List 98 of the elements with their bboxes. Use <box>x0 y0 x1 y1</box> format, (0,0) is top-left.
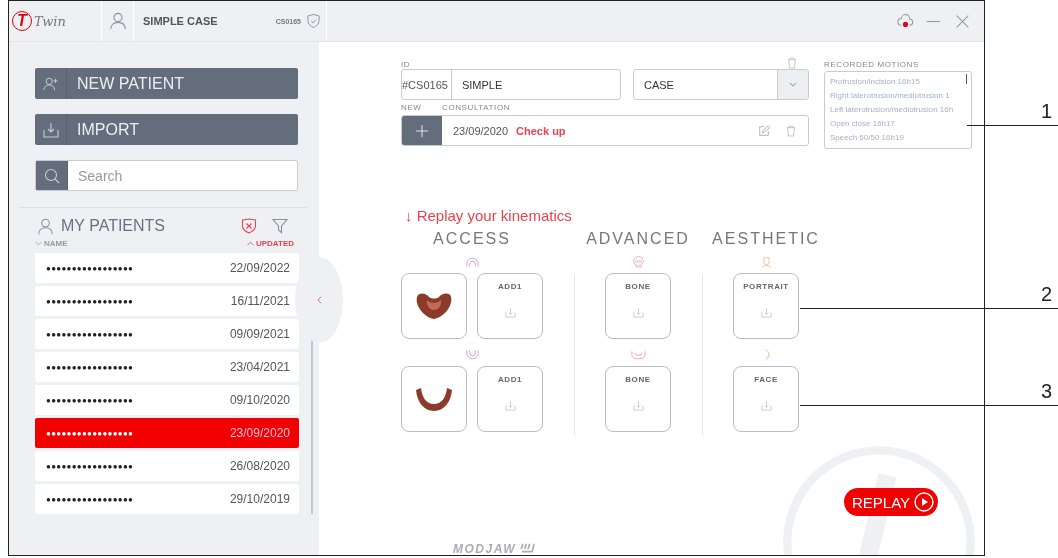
upload-tile[interactable]: ADD1 <box>477 366 543 432</box>
skull-icon <box>630 256 646 268</box>
patient-name: ●●●●●●●●●●●●●●●●● <box>46 461 134 471</box>
add-user-icon <box>42 75 59 92</box>
edit-icon[interactable] <box>758 124 770 137</box>
consultation-date: 23/09/2020 <box>453 124 509 137</box>
patient-date: 22/09/2022 <box>229 261 290 275</box>
trash-icon[interactable] <box>787 57 797 69</box>
cloud-record-icon[interactable] <box>897 14 914 28</box>
play-icon <box>914 492 935 512</box>
scan-tile[interactable] <box>401 273 467 339</box>
download-icon <box>632 307 644 318</box>
callout-number: 1 <box>1040 100 1052 122</box>
group-title: ACCESS <box>433 230 511 248</box>
patient-date: 09/09/2021 <box>229 327 290 341</box>
patient-name: ●●●●●●●●●●●●●●●●● <box>46 329 134 339</box>
patient-row[interactable]: ●●●●●●●●●●●●●●●●● 09/09/2021 <box>35 319 299 349</box>
callout-number: 3 <box>1040 380 1052 402</box>
case-name: SIMPLE CASE <box>143 15 219 27</box>
sidebar-action-button[interactable]: IMPORT <box>35 114 298 145</box>
patient-name: ●●●●●●●●●●●●●●●●● <box>46 494 134 504</box>
group-title: ADVANCED <box>586 230 690 248</box>
patient-row[interactable]: ●●●●●●●●●●●●●●●●● 09/10/2020 <box>35 385 299 415</box>
search-input[interactable]: Search <box>68 161 297 190</box>
case-name-field[interactable]: #CS0165 SIMPLE <box>401 69 621 100</box>
tile-label: PORTRAIT <box>743 282 789 291</box>
chevron-down-icon <box>35 241 42 246</box>
patient-name: ●●●●●●●●●●●●●●●●● <box>46 263 134 273</box>
patient-row[interactable]: ●●●●●●●●●●●●●●●●● 16/11/2021 <box>35 286 299 316</box>
upload-tile[interactable]: BONE <box>605 273 671 339</box>
consultation-title: Check up <box>516 124 566 137</box>
filter-icon[interactable] <box>272 218 288 234</box>
logo-text: Twin <box>34 13 66 29</box>
jaw-bone-icon <box>630 349 646 361</box>
sidebar-action-button[interactable]: NEW PATIENT <box>35 68 298 99</box>
download-icon <box>760 307 772 318</box>
section-title: MY PATIENTS <box>61 217 165 235</box>
tile-label: ADD1 <box>497 375 523 384</box>
download-icon <box>504 307 516 318</box>
patient-name: ●●●●●●●●●●●●●●●●● <box>46 362 134 372</box>
user-icon <box>108 12 127 30</box>
upper-arch-icon <box>464 256 480 268</box>
upper-jaw-scan-drawing <box>414 291 454 321</box>
download-icon <box>42 121 59 138</box>
user-icon <box>37 217 54 235</box>
download-icon <box>760 400 772 411</box>
section-heading: ↓ Replay your kinematics <box>405 207 573 224</box>
add-consultation-button[interactable] <box>402 116 442 145</box>
patient-name: ●●●●●●●●●●●●●●●●● <box>46 296 134 306</box>
patient-date: 26/08/2020 <box>229 459 290 473</box>
chevron-left-icon <box>316 296 322 304</box>
field-label: NEW <box>401 103 421 112</box>
chevron-down-icon <box>789 82 797 87</box>
callout-number: 2 <box>1040 283 1052 305</box>
search-icon <box>43 167 60 184</box>
patient-row[interactable]: ●●●●●●●●●●●●●●●●● 22/09/2022 <box>35 253 299 283</box>
tile-label: BONE <box>625 282 651 291</box>
patient-name: ●●●●●●●●●●●●●●●●● <box>46 428 134 438</box>
upload-tile[interactable]: BONE <box>605 366 671 432</box>
close-icon[interactable] <box>955 13 970 29</box>
patient-date: 09/10/2020 <box>229 393 290 407</box>
patient-date: 16/11/2021 <box>230 294 290 308</box>
field-label: RECORDED MOTIONS <box>824 60 920 69</box>
case-type-select[interactable]: CASE <box>633 69 809 100</box>
patient-name: ●●●●●●●●●●●●●●●●● <box>46 395 134 405</box>
consultation-field[interactable]: 23/09/2020 Check up <box>401 115 809 146</box>
group-title: AESTHETIC <box>712 230 820 248</box>
brand-logo-icon <box>520 543 536 555</box>
scan-tile[interactable] <box>401 366 467 432</box>
search-field[interactable]: Search <box>35 160 298 191</box>
trash-icon[interactable] <box>786 124 796 137</box>
download-icon <box>504 400 516 411</box>
sort-header[interactable]: UPDATED <box>246 239 298 248</box>
download-icon <box>632 400 644 411</box>
tile-label: FACE <box>754 375 778 384</box>
patient-row[interactable]: ●●●●●●●●●●●●●●●●● 23/04/2021 <box>35 352 299 382</box>
chevron-up-icon <box>246 241 254 246</box>
patient-row[interactable]: ●●●●●●●●●●●●●●●●● 29/10/2019 <box>35 484 299 514</box>
case-name-value: SIMPLE <box>460 78 503 91</box>
clear-filter-icon[interactable] <box>241 218 257 234</box>
lower-arch-icon <box>464 349 480 361</box>
field-label: ID <box>401 60 411 69</box>
plus-icon <box>415 123 429 138</box>
upload-tile[interactable]: PORTRAIT <box>733 273 799 339</box>
shield-check-icon[interactable] <box>307 14 320 28</box>
case-id-prefix: #CS0165 <box>402 70 452 99</box>
patient-date: 23/04/2021 <box>229 360 290 374</box>
field-label: CONSULTATION <box>442 103 511 112</box>
tile-label: ADD1 <box>497 282 523 291</box>
tile-label: BONE <box>625 375 651 384</box>
patient-row[interactable]: ●●●●●●●●●●●●●●●●● 26/08/2020 <box>35 451 299 481</box>
upload-tile[interactable]: ADD1 <box>477 273 543 339</box>
brand-logo-text: MODJAW <box>453 542 516 555</box>
patient-date: 23/09/2020 <box>229 426 290 440</box>
replay-button[interactable]: REPLAY <box>844 488 939 516</box>
patient-date: 29/10/2019 <box>229 492 290 506</box>
upload-tile[interactable]: FACE <box>733 366 799 432</box>
patient-row[interactable]: ●●●●●●●●●●●●●●●●● 23/09/2020 <box>35 418 299 448</box>
